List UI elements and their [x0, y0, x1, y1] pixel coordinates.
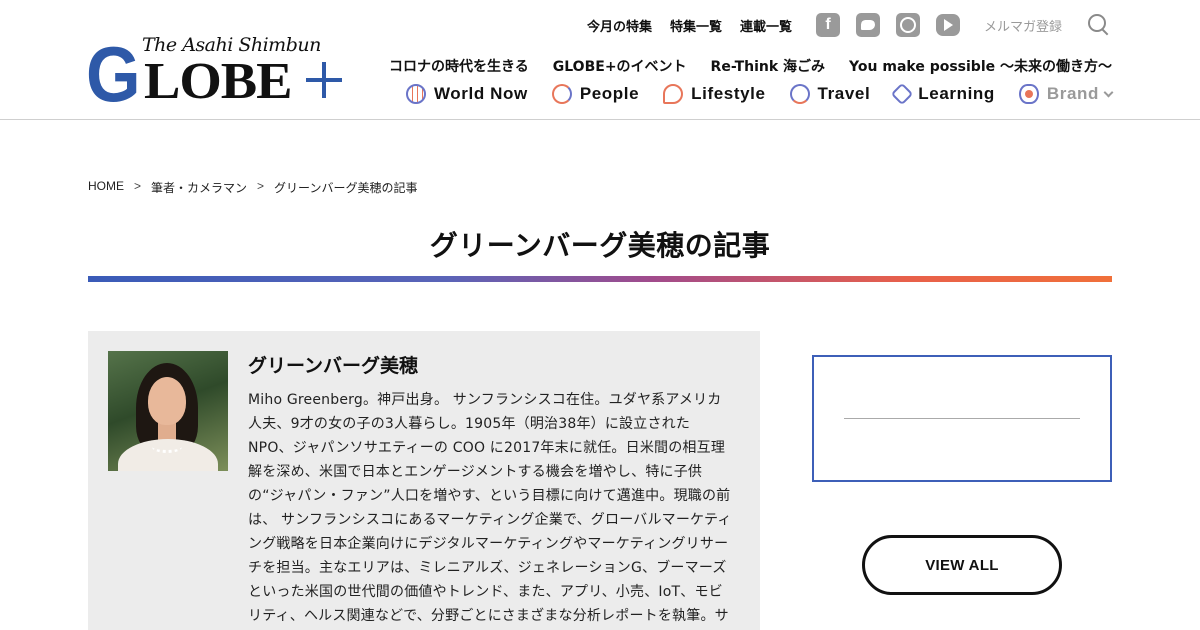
social-links: f: [815, 13, 960, 37]
nav-item-label: Learning: [918, 84, 995, 103]
author-profile-card: グリーンバーグ美穂 Miho Greenberg。神戸出身。 サンフランシスコ在…: [88, 331, 760, 630]
nav-item-learning[interactable]: Learning: [890, 82, 995, 106]
brand-icon: [1018, 84, 1039, 104]
special-link-future-work[interactable]: You make possible ～未来の働き方～: [849, 56, 1112, 76]
main-nav: World Now People Lifestyle Travel Learni…: [405, 82, 1114, 106]
breadcrumb-home[interactable]: HOME: [88, 179, 124, 196]
search-icon[interactable]: [1088, 14, 1110, 36]
logo-plus-icon: [306, 62, 342, 98]
special-feature-links: コロナの時代を生きる GLOBE+のイベント Re-Think 海ごみ You …: [389, 56, 1112, 76]
travel-icon: [789, 84, 810, 104]
logo-letters: LOBE: [144, 53, 293, 110]
nav-item-label: Lifestyle: [691, 84, 766, 103]
nav-item-label: World Now: [433, 84, 528, 103]
sidebar-widget: [812, 355, 1112, 482]
breadcrumb-current: グリーンバーグ美穂の記事: [274, 181, 418, 195]
nav-item-label: Brand: [1046, 84, 1099, 103]
special-link-events[interactable]: GLOBE+のイベント: [553, 56, 687, 76]
special-link-rethink-ocean[interactable]: Re-Think 海ごみ: [711, 56, 826, 76]
lifestyle-icon: [663, 84, 684, 104]
facebook-icon[interactable]: f: [815, 13, 840, 37]
twitter-icon[interactable]: [855, 13, 880, 37]
link-feature-list[interactable]: 特集一覧: [670, 16, 722, 35]
nav-item-people[interactable]: People: [551, 84, 640, 104]
nav-item-travel[interactable]: Travel: [789, 84, 871, 104]
breadcrumb-separator: >: [257, 179, 265, 193]
logo-letter-g: G: [86, 30, 141, 118]
nav-item-lifestyle[interactable]: Lifestyle: [663, 84, 765, 104]
nav-item-label: Travel: [817, 84, 871, 103]
globe-icon: [405, 84, 426, 104]
title-gradient-divider: [88, 276, 1112, 282]
newsletter-signup-link[interactable]: メルマガ登録: [984, 16, 1062, 35]
breadcrumb: HOME > 筆者・カメラマン > グリーンバーグ美穂の記事: [88, 179, 417, 196]
youtube-icon[interactable]: [935, 14, 960, 36]
top-utility-links: 今月の特集 特集一覧 連載一覧 f メルマガ登録: [587, 13, 1110, 37]
nav-item-world-now[interactable]: World Now: [405, 84, 528, 104]
page-title: グリーンバーグ美穂の記事: [429, 229, 771, 262]
divider: [844, 418, 1080, 419]
learning-icon: [890, 82, 914, 106]
site-header: The Asahi Shimbun G LOBE 今月の特集 特集一覧 連載一覧…: [0, 0, 1200, 120]
globe-plus-logo[interactable]: The Asahi Shimbun G LOBE: [86, 30, 342, 118]
people-icon: [551, 84, 572, 104]
nav-item-brand-dropdown[interactable]: Brand: [1018, 84, 1114, 104]
special-link-corona[interactable]: コロナの時代を生きる: [389, 56, 529, 76]
breadcrumb-writers[interactable]: 筆者・カメラマン: [151, 179, 247, 196]
chevron-down-icon: [1103, 87, 1114, 97]
author-avatar: [108, 351, 228, 471]
nav-item-label: People: [579, 84, 640, 103]
breadcrumb-separator: >: [134, 179, 142, 193]
instagram-icon[interactable]: [895, 13, 920, 37]
logo-wordmark: G LOBE: [86, 30, 293, 118]
author-name: グリーンバーグ美穂: [248, 355, 419, 377]
link-monthly-feature[interactable]: 今月の特集: [587, 16, 652, 35]
view-all-button[interactable]: VIEW ALL: [862, 535, 1062, 595]
link-series-list[interactable]: 連載一覧: [740, 16, 792, 35]
author-bio: Miho Greenberg。神戸出身。 サンフランシスコ在住。ユダヤ系アメリカ…: [248, 392, 732, 624]
